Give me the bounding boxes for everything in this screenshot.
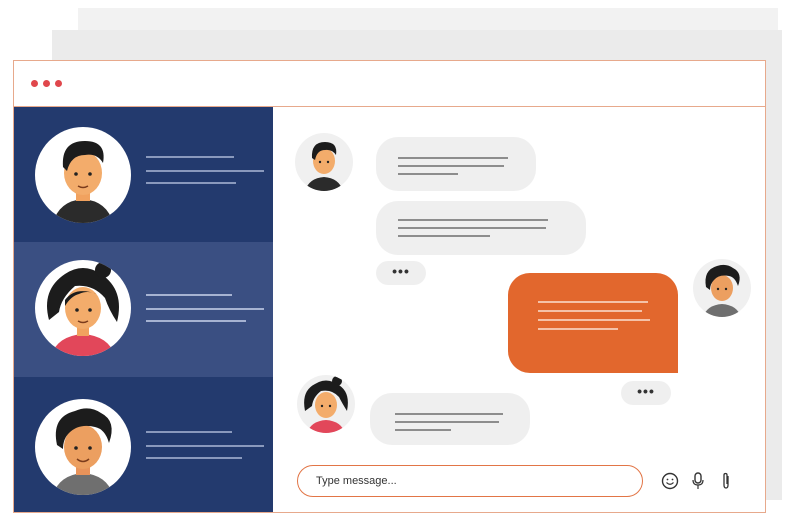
- window-dot-3[interactable]: [55, 80, 62, 87]
- message-text-line: [398, 235, 490, 237]
- message-text-line: [395, 429, 451, 431]
- emoji-icon[interactable]: [659, 469, 681, 493]
- woman-curly-hair-avatar: [35, 260, 131, 356]
- contact-sidebar: [14, 107, 273, 512]
- typing-indicator: •••: [376, 261, 426, 285]
- contact-preview-line: [146, 320, 246, 322]
- contact-preview-line: [146, 445, 264, 447]
- contact-item[interactable]: [14, 107, 273, 242]
- man-curly-hair-avatar: [35, 399, 131, 495]
- window-dot-1[interactable]: [31, 80, 38, 87]
- contact-preview-line: [146, 308, 264, 310]
- message-text-line: [395, 421, 499, 423]
- message-text-line: [398, 173, 458, 175]
- incoming-message[interactable]: [376, 137, 536, 191]
- typing-indicator: •••: [621, 381, 671, 405]
- incoming-message[interactable]: [376, 201, 586, 255]
- contact-item-active[interactable]: [14, 242, 273, 377]
- contact-name-line: [146, 294, 232, 296]
- message-text-line: [398, 157, 508, 159]
- contact-preview-line: [146, 182, 236, 184]
- message-text-line: [538, 310, 642, 312]
- contact-preview-line: [146, 457, 242, 459]
- incoming-message[interactable]: [370, 393, 530, 445]
- microphone-icon[interactable]: [687, 469, 709, 493]
- message-text-line: [398, 219, 548, 221]
- message-text-line: [395, 413, 503, 415]
- chat-panel: ••• •••: [273, 107, 765, 512]
- contact-item[interactable]: [14, 377, 273, 512]
- contact-name-line: [146, 156, 234, 158]
- message-composer: [297, 465, 643, 497]
- contact-name-line: [146, 431, 232, 433]
- my-avatar: [693, 259, 751, 317]
- message-text-line: [398, 227, 546, 229]
- outgoing-message[interactable]: [508, 273, 678, 373]
- attachment-icon[interactable]: [715, 469, 737, 493]
- message-text-line: [398, 165, 504, 167]
- window-dot-2[interactable]: [43, 80, 50, 87]
- contact-avatar: [297, 375, 355, 433]
- message-input[interactable]: [314, 470, 618, 492]
- message-text-line: [538, 301, 648, 303]
- title-bar: [14, 61, 765, 107]
- message-text-line: [538, 328, 618, 330]
- contact-preview-line: [146, 170, 264, 172]
- man-short-hair-avatar: [35, 127, 131, 223]
- chat-window: ••• •••: [13, 60, 766, 513]
- contact-avatar: [295, 133, 353, 191]
- message-text-line: [538, 319, 650, 321]
